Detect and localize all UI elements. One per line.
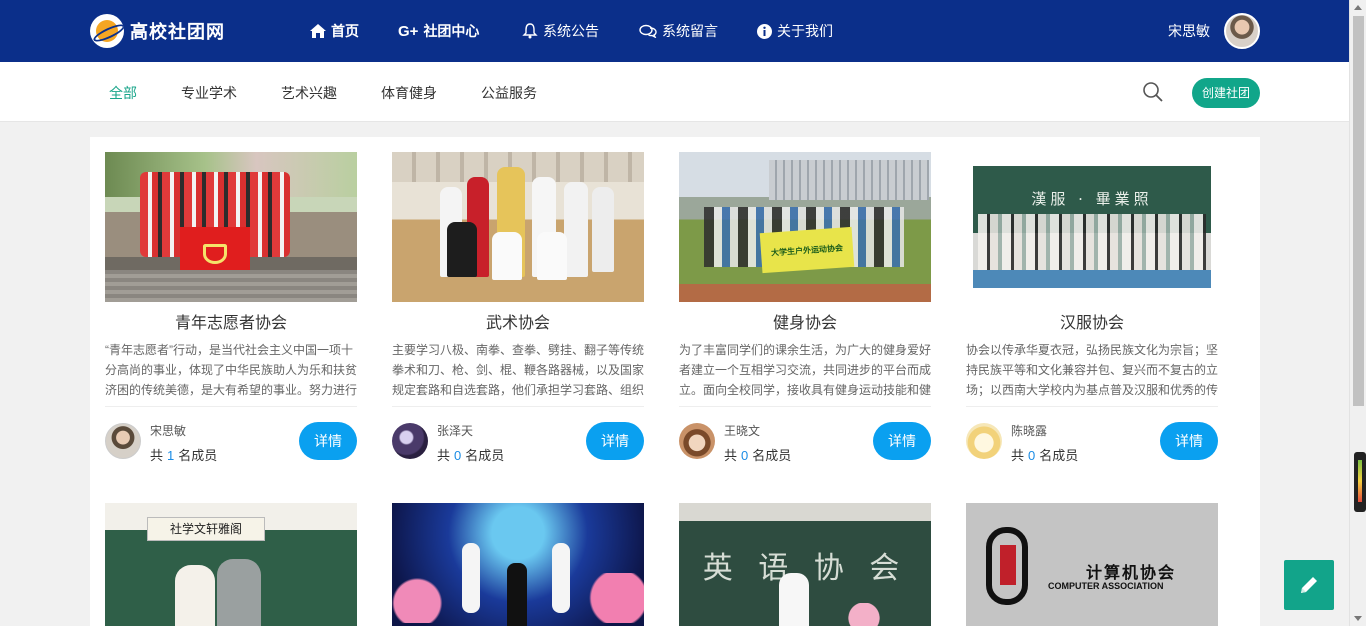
owner-avatar (679, 423, 715, 459)
top-navbar: 高校社团网 首页 G+ 社团中心 系统公告 系统留言 关于我们 宋思敏 (0, 0, 1349, 62)
member-count: 共 0 名成员 (437, 448, 505, 463)
club-card: 英 语 协 会 (679, 503, 931, 626)
home-icon (310, 24, 326, 38)
category-arts[interactable]: 艺术兴趣 (281, 83, 337, 103)
board-text: 漢服 · 畢業照 (1031, 190, 1153, 208)
club-card: 计算机协会 COMPUTER ASSOCIATION (966, 503, 1218, 626)
google-plus-icon: G+ (398, 22, 419, 40)
club-description: 主要学习八极、南拳、查拳、劈挂、翻子等传统拳术和刀、枪、剑、棍、鞭各路器械，以及… (392, 343, 644, 397)
info-icon (757, 23, 772, 39)
club-photo-martial-arts[interactable] (392, 152, 644, 302)
club-card: 武术协会 主要学习八极、南拳、查拳、劈挂、翻子等传统拳术和刀、枪、剑、棍、鞭各路… (392, 152, 644, 463)
owner-name: 陈晓露 (1011, 424, 1048, 438)
owner-name: 王晓文 (724, 424, 761, 438)
club-card (392, 503, 644, 626)
club-card: 社学文轩雅阁 (105, 503, 357, 626)
club-grid: 青年志愿者协会 “青年志愿者”行动，是当代社会主义中国一项十分高尚的事业，体现了… (90, 137, 1260, 626)
category-charity[interactable]: 公益服务 (481, 83, 537, 103)
nav-messages[interactable]: 系统留言 (639, 0, 718, 62)
club-photo-dance[interactable] (392, 503, 644, 626)
club-photo-literature[interactable]: 社学文轩雅阁 (105, 503, 357, 626)
scroll-thumb[interactable] (1353, 16, 1364, 406)
club-name[interactable]: 健身协会 (679, 314, 931, 334)
club-description: “青年志愿者”行动，是当代社会主义中国一项十分高尚的事业，体现了中华民族助人为乐… (105, 343, 357, 397)
site-title: 高校社团网 (130, 22, 225, 42)
club-card: 青年志愿者协会 “青年志愿者”行动，是当代社会主义中国一项十分高尚的事业，体现了… (105, 152, 357, 463)
owner-name: 张泽天 (437, 424, 474, 438)
member-count: 共 0 名成员 (1011, 448, 1079, 463)
detail-button[interactable]: 详情 (873, 422, 931, 460)
page-scrollbar[interactable] (1349, 0, 1366, 626)
nav-home[interactable]: 首页 (310, 0, 359, 62)
club-photo-hanfu[interactable]: 漢服 · 畢業照 (966, 152, 1218, 302)
member-count: 共 0 名成员 (724, 448, 792, 463)
club-photo-fitness[interactable]: 大学生户外运动协会 (679, 152, 931, 302)
user-avatar[interactable] (1224, 13, 1260, 49)
chat-icon (639, 24, 657, 38)
club-description: 为了丰富同学们的课余生活，为广大的健身爱好者建立一个互相学习交流，共同进步的平台… (679, 343, 931, 397)
edit-fab-button[interactable] (1284, 560, 1334, 610)
category-academic[interactable]: 专业学术 (181, 83, 237, 103)
nav-announcements[interactable]: 系统公告 (522, 0, 599, 62)
club-card: 大学生户外运动协会 健身协会 为了丰富同学们的课余生活，为广大的健身爱好者建立一… (679, 152, 931, 463)
member-count: 共 1 名成员 (150, 448, 218, 463)
owner-avatar (966, 423, 1002, 459)
planet-logo-icon (90, 14, 124, 48)
computer-en-text: COMPUTER ASSOCIATION (1048, 581, 1164, 591)
club-photo-volunteer[interactable] (105, 152, 357, 302)
club-card: 漢服 · 畢業照 汉服协会 协会以传承华夏衣冠，弘扬民族文化为宗旨；坚持民族平等… (966, 152, 1218, 463)
search-icon[interactable] (1141, 80, 1165, 104)
site-logo[interactable]: 高校社团网 (90, 14, 225, 48)
nav-about[interactable]: 关于我们 (757, 0, 833, 62)
club-name[interactable]: 武术协会 (392, 314, 644, 334)
scroll-down-arrow[interactable] (1354, 616, 1362, 621)
club-description: 协会以传承华夏衣冠，弘扬民族文化为宗旨；坚持民族平等和文化兼容并包、复兴而不复古… (966, 343, 1218, 397)
club-photo-computer[interactable]: 计算机协会 COMPUTER ASSOCIATION (966, 503, 1218, 626)
banner-text: 大学生户外运动协会 (770, 242, 844, 258)
owner-avatar (392, 423, 428, 459)
detail-button[interactable]: 详情 (586, 422, 644, 460)
club-name[interactable]: 青年志愿者协会 (105, 314, 357, 334)
scroll-up-arrow[interactable] (1354, 5, 1362, 10)
create-club-button[interactable]: 创建社团 (1192, 78, 1260, 108)
owner-name: 宋思敏 (150, 424, 187, 438)
nav-club-center[interactable]: G+ 社团中心 (398, 0, 479, 62)
club-photo-english[interactable]: 英 语 协 会 (679, 503, 931, 626)
pencil-icon (1301, 577, 1317, 593)
computer-cn-text: 计算机协会 (1086, 565, 1177, 582)
user-menu[interactable]: 宋思敏 (1168, 13, 1260, 49)
detail-button[interactable]: 详情 (299, 422, 357, 460)
club-name[interactable]: 汉服协会 (966, 314, 1218, 334)
owner-avatar (105, 423, 141, 459)
category-bar: 全部 专业学术 艺术兴趣 体育健身 公益服务 创建社团 (0, 62, 1349, 122)
category-sports[interactable]: 体育健身 (381, 83, 437, 103)
detail-button[interactable]: 详情 (1160, 422, 1218, 460)
side-widget[interactable] (1354, 452, 1366, 512)
board-text: 社学文轩雅阁 (147, 517, 265, 541)
user-name: 宋思敏 (1168, 23, 1210, 39)
bell-icon (522, 23, 538, 39)
category-all[interactable]: 全部 (109, 83, 137, 103)
